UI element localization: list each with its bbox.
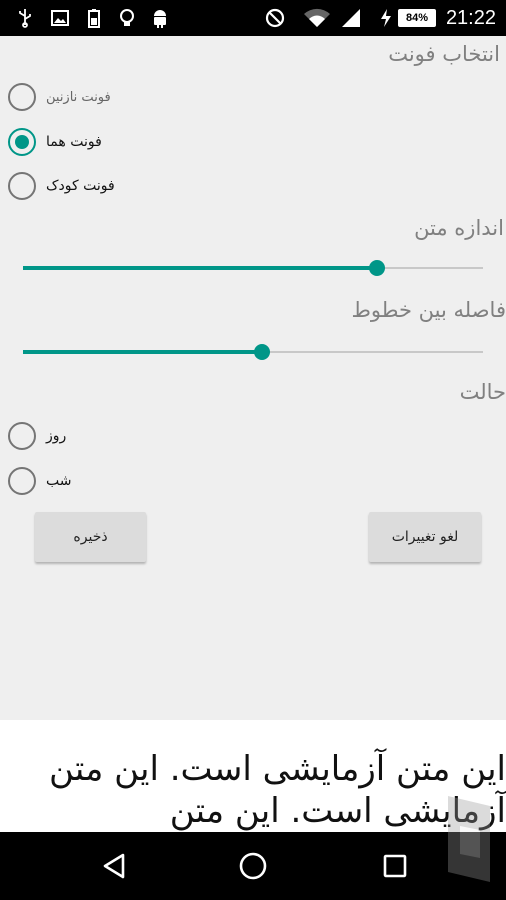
font-option-label: فونت نازنین: [46, 89, 111, 105]
slider-fill: [23, 350, 263, 354]
battery-level: 84%: [405, 12, 429, 24]
back-icon[interactable]: [96, 848, 132, 884]
do-not-disturb-icon: [264, 8, 286, 28]
image-icon: [50, 8, 70, 28]
mode-option-night[interactable]: شب: [8, 465, 71, 497]
slider-thumb[interactable]: [254, 344, 271, 360]
text-size-slider[interactable]: [23, 256, 483, 280]
slider-thumb[interactable]: [369, 260, 386, 276]
spacing-section-title: فاصله بین خطوط: [351, 298, 506, 322]
mode-option-label: شب: [46, 473, 72, 489]
font-preview-area: این متن آزمایشی است. این متن آزمایشی است…: [0, 720, 506, 832]
slider-fill: [23, 266, 378, 270]
radio-button[interactable]: [8, 172, 36, 200]
radio-button-checked[interactable]: [8, 128, 36, 156]
battery-icon: 84%: [398, 9, 436, 27]
size-section-title: اندازه متن: [414, 216, 504, 240]
android-icon: [150, 8, 170, 28]
wifi-icon: [302, 8, 332, 28]
usb-icon: [16, 8, 34, 28]
mode-option-day[interactable]: روز: [8, 420, 66, 452]
charging-icon: [378, 8, 394, 28]
font-option-homa[interactable]: فونت هما: [8, 126, 102, 158]
watermark-logo-icon: [438, 786, 500, 894]
font-section-title: انتخاب فونت: [388, 42, 500, 66]
signal-icon: [340, 8, 362, 28]
radio-button[interactable]: [8, 422, 36, 450]
mode-option-label: روز: [46, 428, 67, 444]
mode-section-title: حالت: [459, 380, 506, 404]
home-icon[interactable]: [235, 848, 271, 884]
battery-saver-icon: [86, 8, 102, 28]
line-spacing-slider[interactable]: [23, 340, 483, 364]
font-option-nazanin[interactable]: فونت نازنین: [8, 81, 111, 113]
navigation-bar: [0, 832, 506, 900]
font-option-label: فونت هما: [46, 134, 102, 150]
preview-text: این متن آزمایشی است. این متن آزمایشی است…: [48, 749, 506, 831]
cancel-changes-button[interactable]: لغو تغییرات: [369, 512, 481, 562]
font-option-koodak[interactable]: فونت کودک: [8, 170, 115, 202]
radio-button[interactable]: [8, 83, 36, 111]
status-bar: 84% 21:22: [0, 0, 506, 36]
font-option-label: فونت کودک: [46, 178, 115, 194]
clock: 21:22: [445, 7, 496, 29]
radio-button[interactable]: [8, 467, 36, 495]
settings-panel: انتخاب فونت فونت نازنین فونت هما فونت کو…: [0, 36, 506, 720]
recent-apps-icon[interactable]: [377, 848, 413, 884]
save-button[interactable]: ذخیره: [35, 512, 146, 562]
lightbulb-icon: [118, 8, 136, 28]
